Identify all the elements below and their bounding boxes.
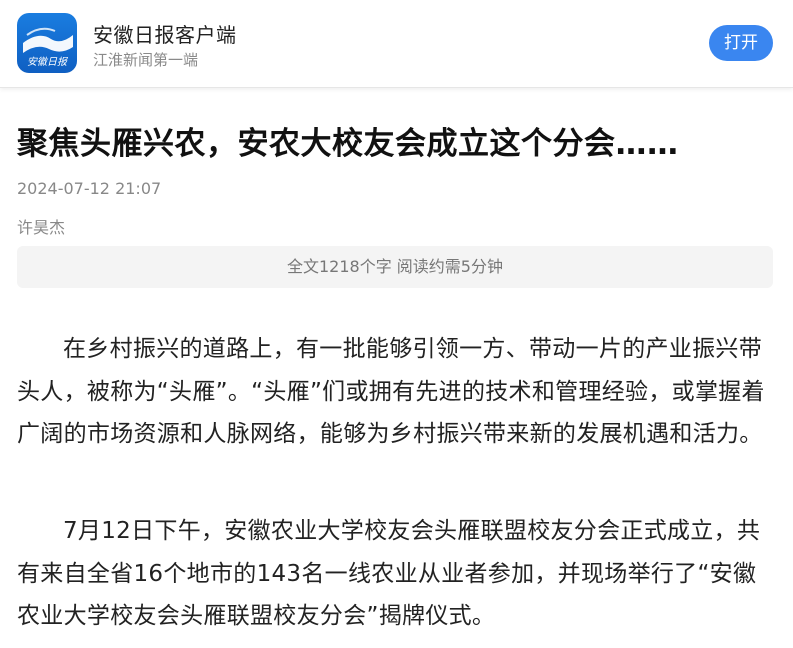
app-download-banner: 安徽日报 安徽日报客户端 江淮新闻第一端 打开 [0, 0, 793, 88]
author-name[interactable]: 许昊杰 [17, 214, 65, 238]
open-app-button[interactable]: 打开 [709, 25, 773, 61]
app-slogan: 江淮新闻第一端 [93, 51, 199, 69]
app-logo[interactable]: 安徽日报 [17, 13, 77, 73]
article-paragraph: 7月12日下午，安徽农业大学校友会头雁联盟校友分会正式成立，共有来自全省16个地… [17, 518, 761, 629]
logo-text: 安徽日报 [27, 56, 68, 68]
app-name: 安徽日报客户端 [93, 23, 237, 47]
logo-graphic-icon: 安徽日报 [23, 27, 73, 68]
article-title: 聚焦头雁兴农，安农大校友会成立这个分会…… [17, 126, 679, 162]
publish-time: 2024-07-12 21:07 [17, 179, 162, 198]
read-info-bar: 全文1218个字 阅读约需5分钟 [17, 246, 773, 288]
article-paragraph: 在乡村振兴的道路上，有一批能够引领一方、带动一片的产业振兴带头人，被称为“头雁”… [17, 336, 765, 447]
